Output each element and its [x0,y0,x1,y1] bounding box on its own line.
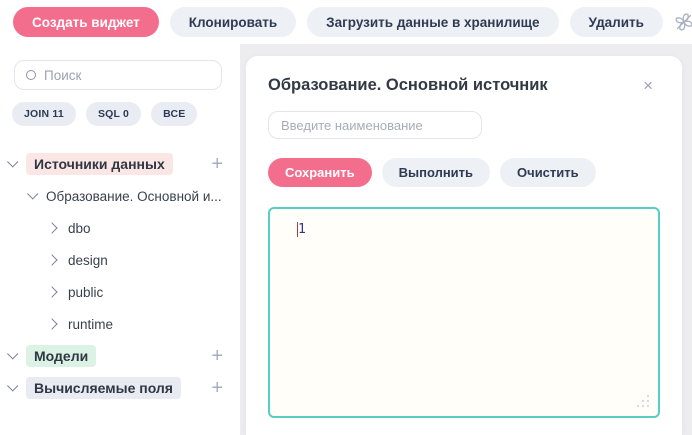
tree-item-runtime[interactable]: runtime [0,308,240,340]
search-box [14,60,222,90]
search-input[interactable] [44,68,210,83]
save-button[interactable]: Сохранить [268,158,372,187]
tree-item-public[interactable]: public [0,276,240,308]
tree-item-calculated-fields[interactable]: Вычисляемые поля + [0,372,240,404]
tree-item-design[interactable]: design [0,244,240,276]
execute-button[interactable]: Выполнить [382,158,490,187]
tree-item-dbo[interactable]: dbo [0,212,240,244]
chevron-right-icon[interactable] [46,318,57,329]
chevron-right-icon[interactable] [46,222,57,233]
panel-title: Образование. Основной источник [268,76,548,95]
chevron-down-icon[interactable] [27,188,38,199]
tree-item-obrazovanie[interactable]: Образование. Основной и... [0,180,240,212]
editor-line-number: 1 [298,222,306,237]
source-detail-panel: Образование. Основной источник × Сохрани… [246,56,682,435]
badge-join[interactable]: JOIN 11 [12,102,76,126]
tree-item-label: design [68,253,108,268]
close-icon[interactable]: × [643,77,653,94]
tree-item-label: Источники данных [26,153,173,175]
tree-item-label: Модели [26,345,96,367]
tree-item-data-sources[interactable]: Источники данных + [0,148,240,180]
plus-icon[interactable]: + [211,378,223,398]
tree-item-label: Вычисляемые поля [26,377,181,399]
clone-button[interactable]: Клонировать [170,7,296,37]
plus-icon[interactable]: + [211,346,223,366]
tree-item-label: public [68,285,103,300]
search-icon [26,70,36,80]
sql-code-editor[interactable]: 1 [268,207,660,418]
chevron-right-icon[interactable] [46,286,57,297]
chevron-right-icon[interactable] [46,254,57,265]
clear-button[interactable]: Очистить [500,158,596,187]
panel-header: Образование. Основной источник × [268,76,660,95]
resize-grip-icon[interactable] [647,405,649,407]
chevron-down-icon[interactable] [7,348,18,359]
toolbar: Создать виджет Клонировать Загрузить дан… [0,0,692,44]
tree-item-label: runtime [68,317,113,332]
create-widget-button[interactable]: Создать виджет [13,7,159,37]
badge-sql[interactable]: SQL 0 [86,102,141,126]
badge-all[interactable]: ВСЕ [151,102,197,126]
toolbar-icons [674,12,692,32]
delete-button[interactable]: Удалить [570,7,663,37]
sidebar: JOIN 11 SQL 0 ВСЕ Источники данных + Обр… [0,44,240,435]
panel-actions: Сохранить Выполнить Очистить [268,158,660,187]
filter-badges: JOIN 11 SQL 0 ВСЕ [12,102,197,126]
plus-icon[interactable]: + [211,154,223,174]
tree-item-models[interactable]: Модели + [0,340,240,372]
data-tree: Источники данных + Образование. Основной… [0,148,240,404]
chevron-down-icon[interactable] [7,156,18,167]
tree-item-label: Образование. Основной и... [46,189,222,204]
tree-item-label: dbo [68,221,91,236]
pinwheel-off-icon[interactable] [674,12,692,32]
load-to-storage-button[interactable]: Загрузить данные в хранилище [307,7,558,37]
name-input[interactable] [268,111,482,139]
chevron-down-icon[interactable] [7,380,18,391]
